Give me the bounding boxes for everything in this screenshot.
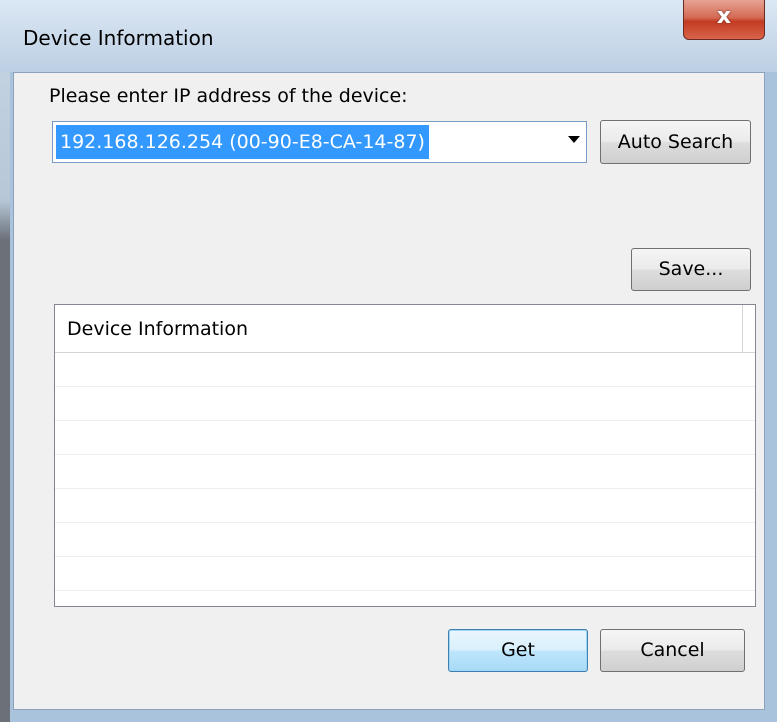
close-icon: x	[716, 4, 732, 29]
list-row[interactable]	[55, 489, 755, 523]
ip-address-combobox[interactable]: 192.168.126.254 (00-90-E8-CA-14-87)	[52, 121, 587, 163]
column-header-device-information[interactable]: Device Information	[55, 305, 743, 353]
dialog-body: Please enter IP address of the device: 1…	[13, 72, 765, 710]
list-row[interactable]	[55, 455, 755, 489]
window-title: Device Information	[23, 26, 214, 50]
title-bar[interactable]: Device Information x	[0, 0, 777, 72]
device-info-list[interactable]: Device Information	[54, 304, 756, 607]
list-row[interactable]	[55, 523, 755, 557]
window-edge	[0, 0, 10, 722]
list-row[interactable]	[55, 557, 755, 591]
close-button[interactable]: x	[683, 0, 765, 40]
ip-address-label: Please enter IP address of the device:	[49, 85, 408, 107]
list-row[interactable]	[55, 421, 755, 455]
column-header-label: Device Information	[67, 318, 249, 340]
auto-search-button[interactable]: Auto Search	[600, 120, 751, 164]
column-header-filler	[743, 305, 755, 353]
chevron-down-icon[interactable]	[568, 136, 580, 143]
list-row[interactable]	[55, 387, 755, 421]
save-button[interactable]: Save...	[631, 248, 751, 291]
cancel-button[interactable]: Cancel	[600, 629, 745, 672]
list-row[interactable]	[55, 353, 755, 387]
dialog-window: Device Information x Please enter IP add…	[0, 0, 777, 722]
ip-address-value[interactable]: 192.168.126.254 (00-90-E8-CA-14-87)	[56, 125, 429, 159]
get-button[interactable]: Get	[448, 629, 588, 672]
